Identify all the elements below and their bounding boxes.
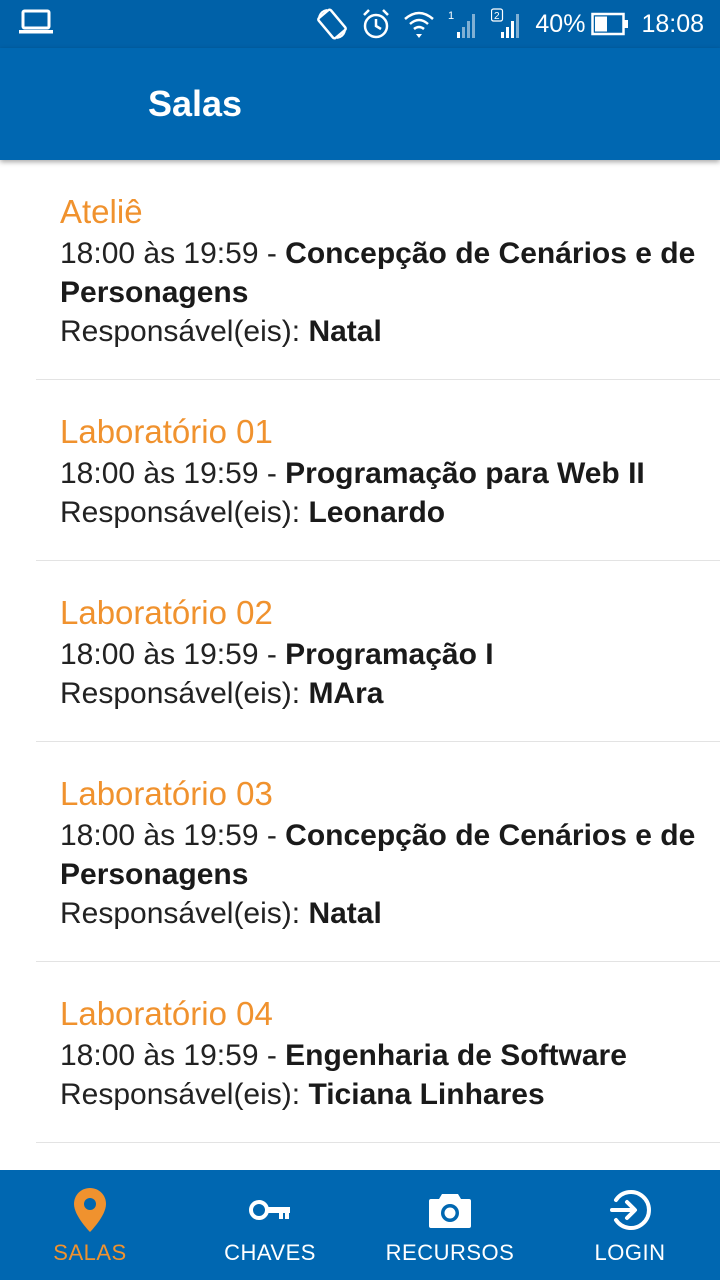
schedule-time: 18:00 às 19:59 -: [60, 819, 286, 852]
status-icons: 1 2 40% 18:08: [315, 0, 704, 48]
room-name: Laboratório 03: [60, 775, 273, 812]
responsible-label: Responsável(eis):: [60, 496, 309, 529]
room-responsible: Responsável(eis): Natal: [60, 312, 696, 351]
responsible-name: MAra: [308, 677, 384, 710]
room-schedule: 18:00 às 19:59 - Engenharia de Software: [60, 1036, 696, 1075]
screen-rotation-icon: [315, 7, 349, 41]
room-responsible: Responsável(eis): Ticiana Linhares: [60, 1075, 696, 1114]
room-name: Laboratório 01: [60, 413, 273, 450]
course-name: Programação para Web II: [285, 457, 645, 490]
room-list-item[interactable]: Laboratório 04 18:00 às 19:59 - Engenhar…: [36, 962, 720, 1143]
laptop-icon: [18, 8, 54, 41]
schedule-time: 18:00 às 19:59 -: [60, 237, 286, 270]
nav-item-salas[interactable]: SALAS: [0, 1170, 180, 1280]
camera-icon: [428, 1186, 472, 1234]
room-responsible: Responsável(eis): Leonardo: [60, 493, 696, 532]
responsible-name: Ticiana Linhares: [308, 1078, 545, 1111]
room-schedule: 18:00 às 19:59 - Concepção de Cenários e…: [60, 816, 696, 894]
room-responsible: Responsável(eis): Natal: [60, 894, 696, 933]
alarm-icon: [361, 8, 391, 40]
room-list-item[interactable]: Ateliê 18:00 às 19:59 - Concepção de Cen…: [36, 160, 720, 380]
responsible-name: Natal: [308, 315, 382, 348]
room-schedule: 18:00 às 19:59 - Concepção de Cenários e…: [60, 234, 696, 312]
schedule-time: 18:00 às 19:59 -: [60, 457, 286, 490]
location-pin-icon: [73, 1186, 107, 1234]
responsible-label: Responsável(eis):: [60, 315, 309, 348]
room-list-item[interactable]: Laboratório 01 18:00 às 19:59 - Programa…: [36, 380, 720, 561]
schedule-time: 18:00 às 19:59 -: [60, 638, 286, 671]
nav-label: SALAS: [53, 1240, 127, 1265]
nav-label: CHAVES: [224, 1240, 316, 1265]
responsible-name: Leonardo: [308, 496, 446, 529]
app-bar: Salas: [0, 48, 720, 160]
course-name: Programação I: [285, 638, 494, 671]
page-title: Salas: [148, 83, 243, 124]
room-list[interactable]: Ateliê 18:00 às 19:59 - Concepção de Cen…: [0, 160, 720, 1170]
nav-item-login[interactable]: LOGIN: [540, 1170, 720, 1280]
signal-icon-sim2: 2: [491, 8, 523, 40]
nav-item-chaves[interactable]: CHAVES: [180, 1170, 360, 1280]
status-bar: 1 2 40% 18:08: [0, 0, 720, 48]
key-icon: [249, 1186, 291, 1234]
course-name: Engenharia de Software: [285, 1039, 627, 1072]
nav-label: RECURSOS: [385, 1240, 515, 1265]
signal-icon-sim1: 1: [447, 8, 479, 40]
nav-item-recursos[interactable]: RECURSOS: [360, 1170, 540, 1280]
room-schedule: 18:00 às 19:59 - Programação para Web II: [60, 454, 696, 493]
responsible-name: Natal: [308, 897, 382, 930]
battery-icon: [591, 12, 629, 36]
wifi-icon: [403, 9, 435, 39]
svg-text:1: 1: [448, 10, 454, 22]
responsible-label: Responsável(eis):: [60, 897, 309, 930]
room-name: Laboratório 02: [60, 594, 273, 631]
room-name: Laboratório 04: [60, 995, 273, 1032]
svg-text:2: 2: [494, 11, 500, 22]
nav-label: LOGIN: [594, 1240, 666, 1265]
room-responsible: Responsável(eis): MAra: [60, 674, 696, 713]
room-list-item[interactable]: Laboratório 02 18:00 às 19:59 - Programa…: [36, 561, 720, 742]
responsible-label: Responsável(eis):: [60, 677, 309, 710]
room-schedule: 18:00 às 19:59 - Programação I: [60, 635, 696, 674]
room-list-item[interactable]: Laboratório 03 18:00 às 19:59 - Concepçã…: [36, 742, 720, 962]
bottom-nav: SALAS CHAVES RECURSOS LOGIN: [0, 1170, 720, 1280]
battery-percent: 40%: [535, 10, 586, 38]
responsible-label: Responsável(eis):: [60, 1078, 309, 1111]
schedule-time: 18:00 às 19:59 -: [60, 1039, 286, 1072]
status-time: 18:08: [641, 10, 704, 38]
login-icon: [608, 1186, 652, 1234]
room-name: Ateliê: [60, 193, 143, 230]
battery-status: 40%: [535, 0, 629, 48]
